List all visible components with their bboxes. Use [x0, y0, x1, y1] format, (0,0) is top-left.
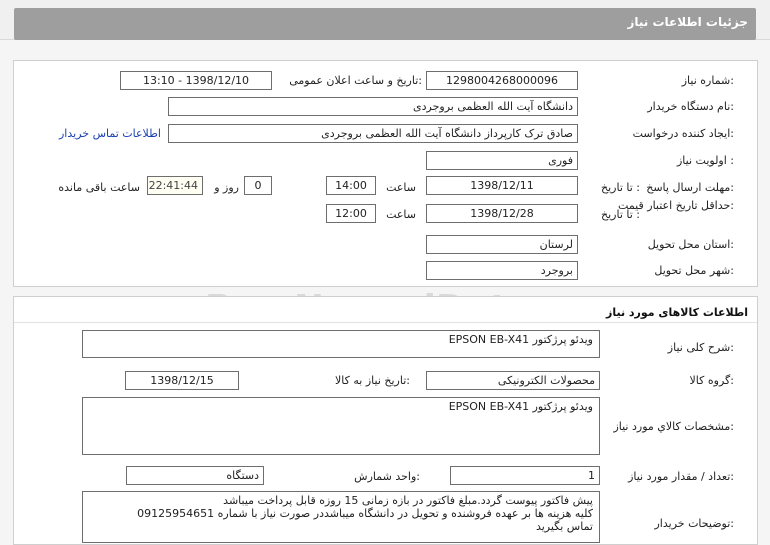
validity-date-field: 1398/12/28	[426, 204, 578, 223]
province-field: لرستان	[426, 235, 578, 254]
validity-time-label: ساعت	[386, 208, 416, 221]
buyer-org-field: دانشگاه آیت الله العظمی بروجردی	[168, 97, 578, 116]
unit-field: دستگاه	[126, 466, 264, 485]
group-label: گروه کالا:	[689, 374, 734, 387]
validity-until-label: تا تاریخ :	[601, 208, 640, 221]
need-date-field: 1398/12/15	[125, 371, 239, 390]
page-title: جزئیات اطلاعات نیاز	[627, 15, 748, 29]
reply-until-label: تا تاریخ :	[601, 181, 640, 194]
qty-label: تعداد / مقدار مورد نیاز:	[628, 470, 734, 483]
unit-label: واحد شمارش:	[354, 470, 420, 483]
announce-field: 1398/12/10 - 13:10	[120, 71, 272, 90]
buyer-notes-line-1: پیش فاکتور پیوست گردد.مبلغ فاکتور در باز…	[223, 494, 593, 507]
need-number-label: شماره نیاز:	[681, 74, 734, 87]
priority-field: فوری	[426, 151, 578, 170]
city-field: بروجرد	[426, 261, 578, 280]
province-label: استان محل تحویل:	[647, 238, 734, 251]
summary-field: ویدئو پرژکتور EPSON EB-X41	[82, 330, 600, 358]
creator-label: ایجاد کننده درخواست:	[632, 127, 734, 140]
city-label: شهر محل تحویل:	[654, 264, 734, 277]
remaining-time-field: 22:41:44	[147, 176, 203, 195]
validity-time-field: 12:00	[326, 204, 376, 223]
need-date-label: تاریخ نیاز به کالا:	[335, 374, 410, 387]
buyer-contact-link[interactable]: اطلاعات تماس خریدار	[59, 127, 161, 140]
qty-field: 1	[450, 466, 600, 485]
days-label: روز و	[214, 181, 239, 194]
reply-date-field: 1398/12/11	[426, 176, 578, 195]
specs-label: مشخصات کالاي مورد نياز:	[613, 420, 734, 433]
goods-section-title: اطلاعات کالاهای مورد نیاز	[606, 306, 748, 319]
announce-label: تاریخ و ساعت اعلان عمومی:	[289, 74, 422, 87]
days-field: 0	[244, 176, 272, 195]
buyer-notes-label: توضیحات خریدار:	[654, 517, 735, 530]
priority-label: اولویت نیاز :	[676, 154, 734, 167]
remaining-time-label: ساعت باقی مانده	[58, 181, 140, 194]
goods-divider	[14, 322, 757, 323]
group-field: محصولات الکترونیکی	[426, 371, 600, 390]
buyer-notes-field: پیش فاکتور پیوست گردد.مبلغ فاکتور در باز…	[82, 491, 600, 543]
reply-deadline-label: مهلت ارسال پاسخ:	[646, 181, 734, 194]
buyer-notes-line-2: کلیه هزینه ها بر عهده فروشنده و تحویل در…	[137, 507, 593, 520]
buyer-notes-line-3: تماس بگیرید	[535, 520, 593, 533]
specs-field: ویدئو پرژکتور EPSON EB-X41	[82, 397, 600, 455]
need-info-panel	[13, 60, 758, 287]
buyer-org-label: نام دستگاه خریدار:	[647, 100, 734, 113]
summary-label: شرح کلی نیاز:	[667, 341, 734, 354]
reply-time-field: 14:00	[326, 176, 376, 195]
creator-field: صادق ترک کارپرداز دانشگاه آیت الله العظم…	[168, 124, 578, 143]
reply-time-label: ساعت	[386, 181, 416, 194]
need-number-field: 1298004268000096	[426, 71, 578, 90]
